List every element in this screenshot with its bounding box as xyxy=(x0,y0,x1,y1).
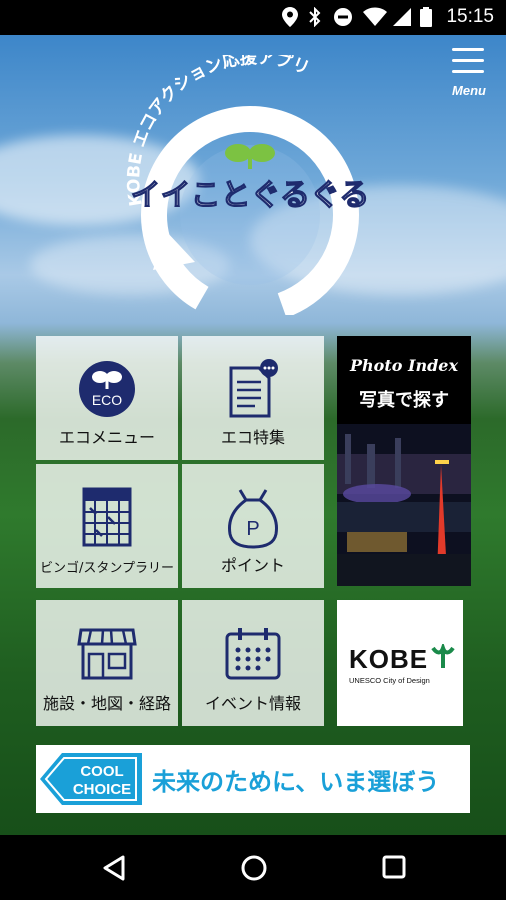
photo-index-tile[interactable]: Photo Index 写真で探す xyxy=(337,336,471,586)
eco-badge-icon: ECO xyxy=(79,361,135,417)
bingo-tile[interactable]: ビンゴ/スタンプラリー xyxy=(36,464,178,588)
svg-text:COOL: COOL xyxy=(80,763,123,780)
svg-text:ECO: ECO xyxy=(92,392,122,408)
app-logo: KOBE エコアクション応援アプリ イイことぐるぐる xyxy=(124,55,370,315)
status-bar: 15:15 xyxy=(0,0,506,35)
kobe-wordmark: KOBE xyxy=(349,644,429,674)
night-port-photo xyxy=(337,424,471,586)
svg-text:P: P xyxy=(246,518,259,540)
points-tile[interactable]: P ポイント xyxy=(182,464,324,588)
eco-feature-label: エコ特集 xyxy=(220,428,285,447)
wifi-icon xyxy=(363,7,387,26)
menu-button[interactable]: Menu xyxy=(446,44,492,100)
bingo-label: ビンゴ/スタンプラリー xyxy=(40,561,174,576)
home-button[interactable] xyxy=(240,854,268,882)
bluetooth-icon xyxy=(309,7,321,27)
eco-feature-tile[interactable]: エコ特集 xyxy=(182,336,324,460)
recents-button[interactable] xyxy=(382,855,406,879)
cool-choice-badge: COOL CHOICE xyxy=(40,753,142,805)
location-icon xyxy=(282,7,298,27)
battery-icon xyxy=(420,7,432,27)
points-label: ポイント xyxy=(220,556,285,575)
do-not-disturb-icon xyxy=(334,8,352,26)
kobe-emblem-icon xyxy=(431,644,455,668)
photo-index-title-ja: 写真で探す xyxy=(359,390,449,411)
signal-icon xyxy=(393,8,411,26)
back-button[interactable] xyxy=(101,854,127,882)
navigation-bar xyxy=(0,835,506,900)
document-chat-icon xyxy=(229,359,278,418)
kobe-logo-tile[interactable]: KOBE UNESCO City of Design xyxy=(337,600,463,726)
bingo-card-icon xyxy=(82,487,132,547)
menu-label: Menu xyxy=(452,83,486,98)
eco-menu-label: エコメニュー xyxy=(58,428,155,447)
svg-text:CHOICE: CHOICE xyxy=(73,781,131,798)
kobe-tagline: UNESCO City of Design xyxy=(349,676,430,685)
facilities-label: 施設・地図・経路 xyxy=(42,694,171,713)
shop-icon xyxy=(77,628,137,680)
hamburger-icon xyxy=(452,48,484,51)
events-tile[interactable]: イベント情報 xyxy=(182,600,324,726)
money-bag-icon: P xyxy=(228,489,278,549)
eco-menu-tile[interactable]: ECO エコメニュー xyxy=(36,336,178,460)
calendar-icon xyxy=(225,628,281,680)
status-time: 15:15 xyxy=(446,6,494,27)
cool-choice-banner[interactable]: COOL CHOICE 未来のために、いま選ぼう xyxy=(36,745,470,813)
banner-text: 未来のために、いま選ぼう xyxy=(152,768,440,796)
photo-index-title-en: Photo Index xyxy=(350,356,458,375)
logo-title: イイことぐるぐる xyxy=(131,178,370,213)
events-label: イベント情報 xyxy=(204,694,301,713)
facilities-tile[interactable]: 施設・地図・経路 xyxy=(36,600,178,726)
